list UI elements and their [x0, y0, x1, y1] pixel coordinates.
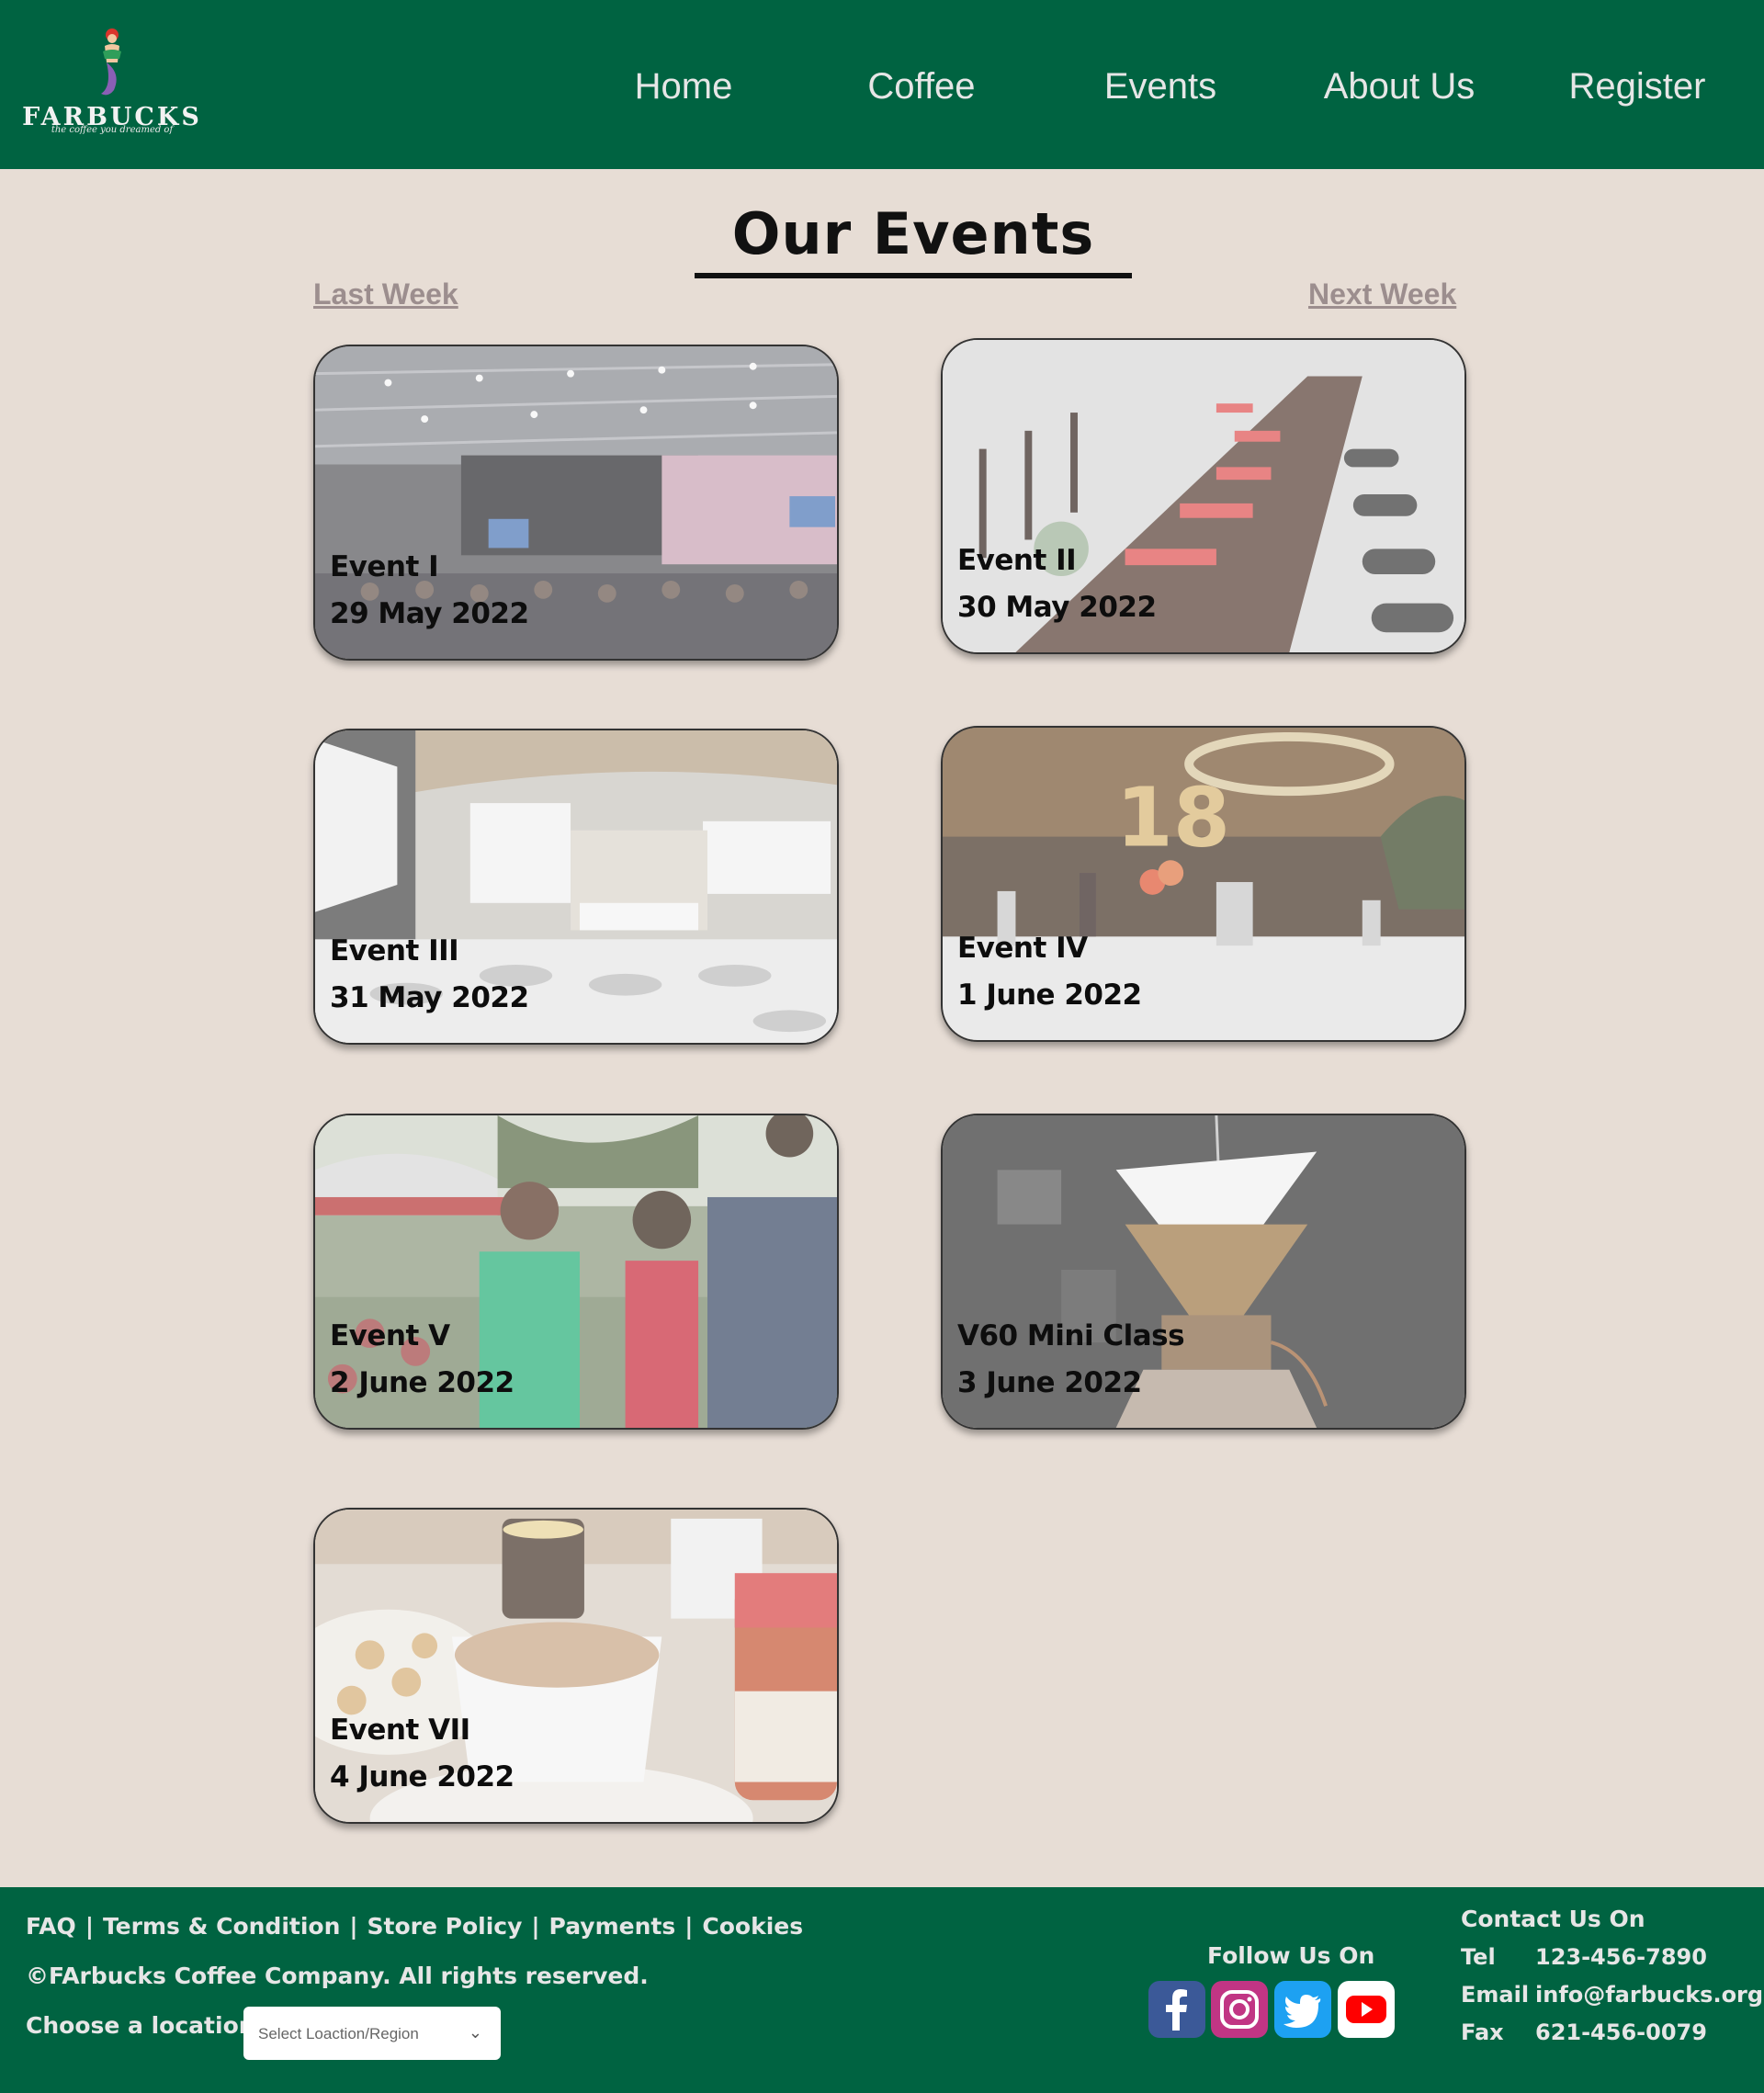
nav-about-us[interactable]: About Us	[1298, 66, 1500, 107]
location-select-value: Select Loaction/Region	[258, 2025, 419, 2042]
event-card[interactable]: Event VII 4 June 2022	[313, 1508, 839, 1824]
event-date: 1 June 2022	[957, 979, 1142, 1012]
event-date: 4 June 2022	[330, 1760, 514, 1793]
twitter-icon[interactable]	[1274, 1981, 1331, 2038]
chevron-down-icon: ⌄	[468, 2023, 482, 2042]
contact-fax-value: 621-456-0079	[1535, 2019, 1707, 2045]
link-separator: |	[531, 1913, 540, 1940]
nav-home[interactable]: Home	[582, 66, 785, 107]
event-card[interactable]: Event II 30 May 2022	[941, 338, 1466, 654]
event-name: Event V	[330, 1319, 450, 1352]
mermaid-logo-icon	[101, 28, 121, 96]
page-title: Our Events	[731, 200, 1095, 267]
link-separator: |	[85, 1913, 94, 1940]
event-card[interactable]: Event I 29 May 2022	[313, 345, 839, 661]
facebook-icon[interactable]	[1148, 1981, 1205, 2038]
contact-email-label: Email	[1461, 1982, 1530, 2008]
contact-title: Contact Us On	[1461, 1906, 1645, 1932]
terms-link[interactable]: Terms & Condition	[103, 1913, 340, 1940]
event-name: Event III	[330, 934, 459, 967]
nav-coffee[interactable]: Coffee	[820, 66, 1023, 107]
site-header: FARBUCKS the coffee you dreamed of Home …	[0, 0, 1764, 169]
event-date: 3 June 2022	[957, 1366, 1142, 1399]
event-date: 31 May 2022	[330, 981, 529, 1014]
footer-links: FAQ | Terms & Condition | Store Policy | Payme…	[26, 1913, 803, 1940]
site-footer: FAQ | Terms & Condition | Store Policy | Payme…	[0, 1887, 1764, 2093]
store-policy-link[interactable]: Store Policy	[368, 1913, 523, 1940]
event-date: 30 May 2022	[957, 591, 1157, 624]
nav-events[interactable]: Events	[1059, 66, 1261, 107]
nav-register[interactable]: Register	[1536, 66, 1738, 107]
youtube-icon[interactable]	[1338, 1981, 1395, 2038]
farbucks-logo[interactable]: FARBUCKS the coffee you dreamed of	[22, 26, 202, 138]
event-name: Event I	[330, 550, 439, 583]
event-date: 29 May 2022	[330, 597, 529, 630]
event-card[interactable]: Event III 31 May 2022	[313, 729, 839, 1045]
location-select[interactable]: Select Loaction/Region ⌄	[243, 2007, 501, 2060]
link-separator: |	[684, 1913, 694, 1940]
contact-fax-label: Fax	[1461, 2019, 1504, 2045]
title-underline	[695, 273, 1132, 278]
instagram-icon[interactable]	[1211, 1981, 1268, 2038]
payments-link[interactable]: Payments	[549, 1913, 676, 1940]
event-name: V60 Mini Class	[957, 1319, 1185, 1352]
contact-email-value[interactable]: info@farbucks.org	[1535, 1982, 1763, 2008]
next-week-link[interactable]: Next Week	[1308, 277, 1456, 311]
follow-us-label: Follow Us On	[1207, 1942, 1375, 1969]
cookies-link[interactable]: Cookies	[702, 1913, 803, 1940]
location-label: Choose a location :	[26, 2012, 273, 2039]
link-separator: |	[349, 1913, 358, 1940]
event-card[interactable]: V60 Mini Class 3 June 2022	[941, 1114, 1466, 1430]
contact-tel-value[interactable]: 123-456-7890	[1535, 1944, 1707, 1970]
event-date: 2 June 2022	[330, 1366, 514, 1399]
event-name: Event IV	[957, 932, 1088, 965]
copyright-text: ©FArbucks Coffee Company. All rights res…	[26, 1963, 649, 1989]
event-name: Event II	[957, 544, 1077, 577]
logo-tagline: the coffee you dreamed of	[51, 125, 174, 135]
faq-link[interactable]: FAQ	[26, 1913, 76, 1940]
event-name: Event VII	[330, 1714, 470, 1747]
contact-tel-label: Tel	[1461, 1944, 1496, 1970]
last-week-link[interactable]: Last Week	[313, 277, 458, 311]
event-card[interactable]: Event V 2 June 2022	[313, 1114, 839, 1430]
event-card[interactable]: 18 Event IV 1 June 2022	[941, 726, 1466, 1042]
